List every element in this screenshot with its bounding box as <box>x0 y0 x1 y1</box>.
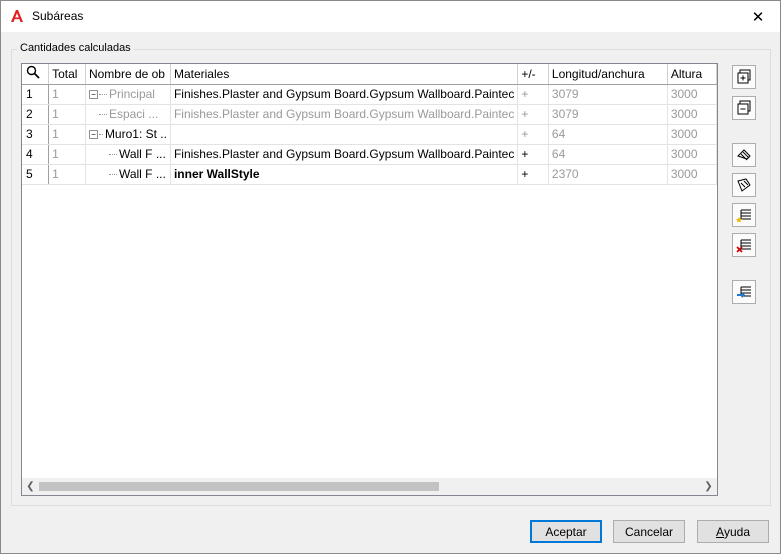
title-bar: Subáreas ✕ <box>1 1 780 32</box>
tree-line <box>108 154 117 156</box>
cell-material[interactable]: Finishes.Plaster and Gypsum Board.Gypsum… <box>170 104 519 125</box>
row-number[interactable]: 4 <box>22 144 50 165</box>
header-row: Total Nombre de ob Materiales +/- Longit… <box>22 64 717 85</box>
cell-height[interactable]: 3000 <box>667 144 717 165</box>
cell-length[interactable]: 64 <box>548 124 668 145</box>
cell-material[interactable]: Finishes.Plaster and Gypsum Board.Gypsum… <box>170 144 519 165</box>
delete-quantity-button[interactable] <box>732 233 756 257</box>
dialog-window: Subáreas ✕ Cantidades calculadas Total N… <box>0 0 781 554</box>
column-header-materials[interactable]: Materiales <box>170 64 519 85</box>
tree-line <box>108 174 117 176</box>
select-hand-icon <box>737 149 751 161</box>
cell-object-name[interactable]: − Principal <box>85 84 171 105</box>
help-label-rest: yuda <box>723 524 751 539</box>
tree-line <box>98 134 103 136</box>
select-objects-button[interactable] <box>732 143 756 167</box>
cell-material[interactable]: Finishes.Plaster and Gypsum Board.Gypsum… <box>170 84 519 105</box>
object-name-text: Muro1: St .. <box>104 127 167 141</box>
select-region-icon <box>737 178 751 192</box>
help-button[interactable]: Ayuda <box>697 520 769 543</box>
quantities-grid[interactable]: Total Nombre de ob Materiales +/- Longit… <box>21 63 718 496</box>
cell-object-name[interactable]: Wall F ... <box>85 144 171 165</box>
cell-length[interactable]: 3079 <box>548 84 668 105</box>
add-quantity-button[interactable] <box>732 203 756 227</box>
cancel-button[interactable]: Cancelar <box>613 520 685 543</box>
cell-height[interactable]: 3000 <box>667 104 717 125</box>
scrollbar-thumb[interactable] <box>39 482 439 491</box>
object-name-text: Wall F ... <box>118 147 166 161</box>
object-name-text: Principal <box>108 87 155 101</box>
cell-sign[interactable]: + <box>517 164 549 185</box>
import-list-icon <box>737 286 751 298</box>
cell-sign[interactable]: + <box>517 104 549 125</box>
delete-list-icon <box>736 239 751 253</box>
column-header-length-width[interactable]: Longitud/anchura <box>548 64 668 85</box>
table-row[interactable]: 4 1 Wall F ... Finishes.Plaster and Gyps… <box>22 144 717 165</box>
object-name-text: Wall F ... <box>118 167 166 181</box>
tree-line <box>98 114 107 116</box>
tree-line <box>98 94 107 96</box>
row-number[interactable]: 2 <box>22 104 50 125</box>
accept-button[interactable]: Aceptar <box>530 520 602 543</box>
horizontal-scrollbar[interactable]: ❮ ❯ <box>22 478 717 495</box>
cell-height[interactable]: 3000 <box>667 84 717 105</box>
cell-sign[interactable]: + <box>517 124 549 145</box>
collapse-all-button[interactable] <box>732 96 756 120</box>
table-row[interactable]: 5 1 Wall F ... inner WallStyle + 2370 30… <box>22 164 717 185</box>
collapse-icon[interactable]: − <box>88 90 98 100</box>
cell-total[interactable]: 1 <box>48 104 86 125</box>
cell-length[interactable]: 3079 <box>548 104 668 125</box>
cell-total[interactable]: 1 <box>48 84 86 105</box>
cell-length[interactable]: 64 <box>548 144 668 165</box>
cell-length[interactable]: 2370 <box>548 164 668 185</box>
select-subarea-button[interactable] <box>732 173 756 197</box>
window-title: Subáreas <box>32 9 84 23</box>
cell-material[interactable]: inner WallStyle <box>170 164 519 185</box>
group-label: Cantidades calculadas <box>17 42 134 54</box>
search-header-cell[interactable] <box>22 64 50 85</box>
cell-material[interactable] <box>170 124 519 145</box>
scroll-right-icon[interactable]: ❯ <box>700 478 717 495</box>
cell-object-name[interactable]: Wall F ... <box>85 164 171 185</box>
expand-all-button[interactable] <box>732 65 756 89</box>
column-header-total[interactable]: Total <box>48 64 86 85</box>
column-header-object-name[interactable]: Nombre de ob <box>85 64 171 85</box>
cell-height[interactable]: 3000 <box>667 164 717 185</box>
cell-total[interactable]: 1 <box>48 124 86 145</box>
add-list-icon <box>736 209 751 223</box>
table-row[interactable]: 1 1 − Principal Finishes.Plaster and Gyps… <box>22 84 717 105</box>
collapse-all-icon <box>737 100 751 115</box>
cell-height[interactable]: 3000 <box>667 124 717 145</box>
collapse-icon[interactable]: − <box>88 130 98 140</box>
help-mnemonic: A <box>715 524 724 539</box>
table-row[interactable]: 2 1 Espaci ... Finishes.Plaster and Gyps… <box>22 104 717 125</box>
expand-all-icon <box>737 69 751 84</box>
cell-total[interactable]: 1 <box>48 144 86 165</box>
import-quantity-button[interactable] <box>732 280 756 304</box>
cell-sign[interactable]: + <box>517 144 549 165</box>
close-icon[interactable]: ✕ <box>736 1 780 32</box>
search-icon[interactable] <box>26 65 40 79</box>
scroll-left-icon[interactable]: ❮ <box>22 478 39 495</box>
column-header-height[interactable]: Altura <box>667 64 717 85</box>
row-number[interactable]: 1 <box>22 84 50 105</box>
cell-sign[interactable]: + <box>517 84 549 105</box>
quantities-table: Total Nombre de ob Materiales +/- Longit… <box>22 64 717 185</box>
cell-total[interactable]: 1 <box>48 164 86 185</box>
column-header-sign[interactable]: +/- <box>517 64 549 85</box>
object-name-text: Espaci ... <box>108 107 159 121</box>
cell-object-name[interactable]: − Muro1: St .. <box>85 124 171 145</box>
table-row[interactable]: 3 1 − Muro1: St .. + 64 3000 <box>22 124 717 145</box>
row-number[interactable]: 3 <box>22 124 50 145</box>
cell-object-name[interactable]: Espaci ... <box>85 104 171 125</box>
row-number[interactable]: 5 <box>22 164 50 185</box>
autocad-app-icon <box>11 10 23 22</box>
